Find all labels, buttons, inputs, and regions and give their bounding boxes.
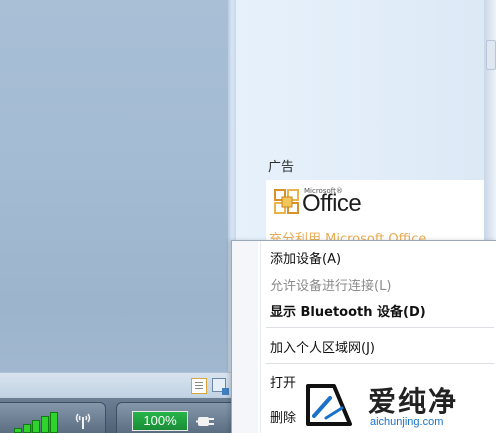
notes-icon[interactable]	[191, 378, 207, 394]
menu-gutter-divider	[260, 241, 261, 433]
office-brand-text: Office	[302, 190, 362, 217]
wireless-antenna-icon[interactable]	[72, 409, 94, 431]
office-logo-icon	[274, 189, 299, 214]
watermark-brand-text: 爱纯净	[368, 385, 459, 418]
menu-item-allow-connect: 允许设备进行连接(L)	[270, 279, 392, 294]
scrollbar-thumb[interactable]	[486, 40, 496, 70]
office-ad-banner[interactable]: Microsoft® Office 充分利用 Microsoft Office	[266, 180, 484, 244]
menu-item-remove-icon[interactable]: 删除	[270, 407, 296, 426]
watermark-url: aichunjing.com	[370, 416, 444, 428]
aichunjing-logo-icon	[306, 384, 352, 426]
menu-item-show-bluetooth-devices[interactable]: 显示 Bluetooth 设备(D)	[270, 301, 426, 320]
menu-separator	[266, 363, 494, 364]
menu-item-open-settings[interactable]: 打开	[270, 372, 296, 391]
power-plug-icon[interactable]	[196, 412, 218, 430]
watermark-overlay: 爱纯净 aichunjing.com	[296, 376, 496, 433]
menu-separator	[266, 327, 494, 328]
signal-strength-icon[interactable]	[14, 410, 70, 433]
ad-label: 广告	[268, 160, 295, 175]
menu-gutter	[232, 241, 258, 433]
show-window-icon[interactable]	[212, 378, 229, 395]
battery-indicator[interactable]: 100%	[132, 411, 188, 431]
menu-item-add-device[interactable]: 添加设备(A)	[270, 248, 341, 267]
menu-item-join-pan[interactable]: 加入个人区域网(J)	[270, 337, 375, 356]
